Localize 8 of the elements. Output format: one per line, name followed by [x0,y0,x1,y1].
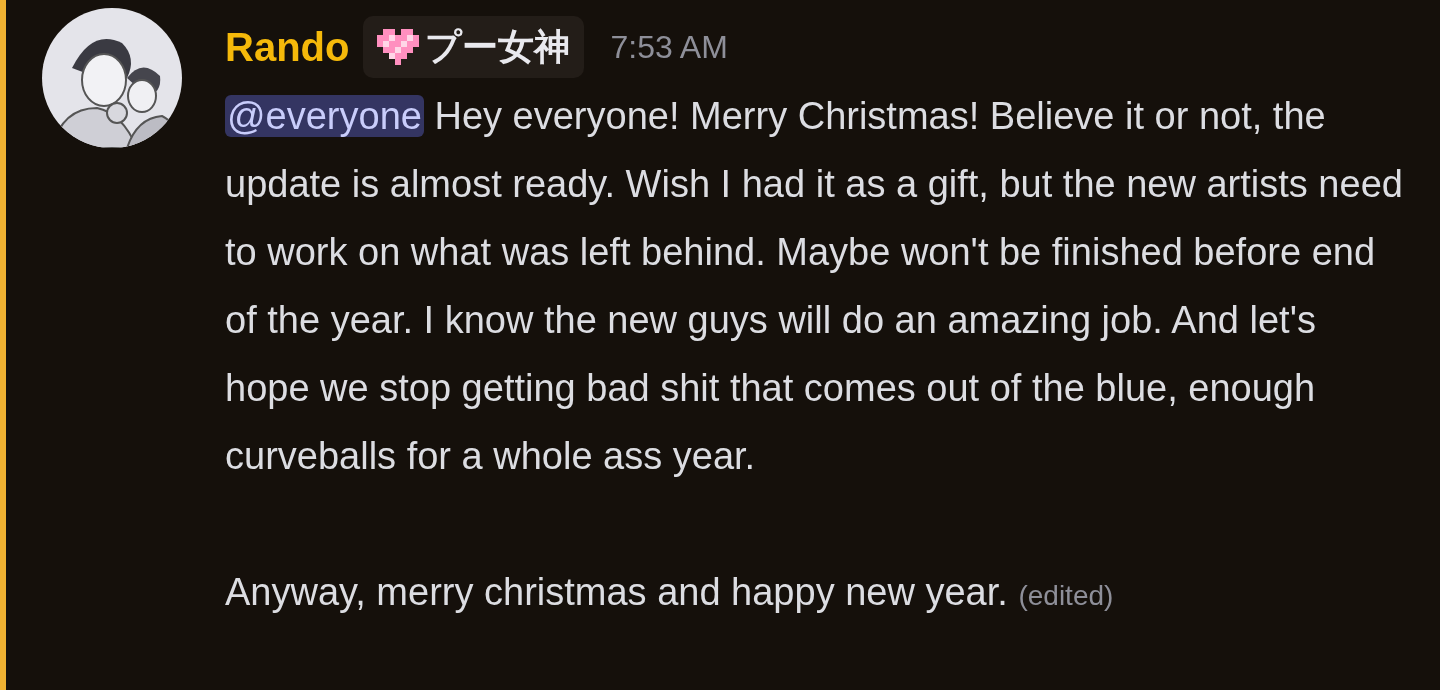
timestamp: 7:53 AM [610,28,728,67]
edited-label: (edited) [1018,580,1114,611]
message-text: @everyone Hey everyone! Merry Christmas! Believe it or not, the update is almost ready. Wish I had it as a gift, but the new artists need to work on what was left behind. Maybe won't be finished before end of the year. I know the new guys will do an amazing job. And let's hope we stop getting bad shit that comes out of the blue, enough curveballs for a whole ass year. [225,95,1403,477]
message-text: Anyway, merry christmas and happy new year. [225,571,1008,613]
heart-icon [377,29,420,65]
author-name[interactable]: Rando [225,13,350,81]
tag-label: プー女神 [425,25,571,69]
mention-link[interactable]: @everyone [225,95,424,137]
